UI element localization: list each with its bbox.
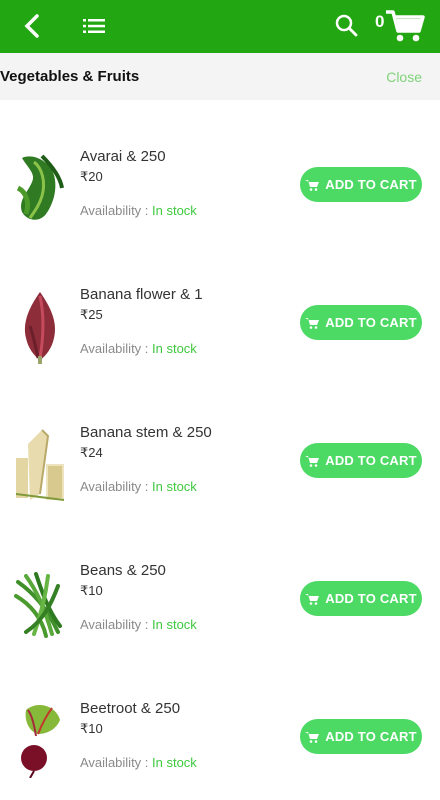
search-icon[interactable] [332,11,360,39]
availability: Availability : In stock [80,755,197,770]
add-to-cart-label: ADD TO CART [325,729,417,744]
top-app-bar: 0 [0,0,440,53]
add-to-cart-button[interactable]: ADD TO CART [300,719,422,754]
avarai-image [16,154,64,220]
beetroot-image [21,705,60,778]
product-item: Banana stem & 250 ₹24 Availability : In … [0,376,440,514]
add-to-cart-button[interactable]: ADD TO CART [300,443,422,478]
stock-status: In stock [152,479,197,494]
beans-image [14,572,62,638]
add-to-cart-label: ADD TO CART [325,591,417,606]
product-item: Beetroot & 250 ₹10 Availability : In sto… [0,652,440,790]
product-item: Avarai & 250 ₹20 Availability : In stock… [0,100,440,238]
add-to-cart-button[interactable]: ADD TO CART [300,167,422,202]
product-name: Avarai & 250 [80,148,166,165]
product-price: ₹24 [80,445,103,460]
stock-status: In stock [152,341,197,356]
add-to-cart-label: ADD TO CART [325,453,417,468]
cart-small-icon [305,593,320,605]
product-price: ₹10 [80,583,103,598]
banana-flower-image [24,292,56,364]
add-to-cart-label: ADD TO CART [325,315,417,330]
stock-status: In stock [152,755,197,770]
cart-small-icon [305,731,320,743]
product-price: ₹20 [80,169,103,184]
availability: Availability : In stock [80,479,197,494]
cart-small-icon [305,317,320,329]
cart-small-icon [305,179,320,191]
product-price: ₹25 [80,307,103,322]
product-list: Avarai & 250 ₹20 Availability : In stock… [0,100,440,790]
product-price: ₹10 [80,721,103,736]
category-title: Vegetables & Fruits [0,68,140,85]
product-name: Beetroot & 250 [80,700,181,717]
back-arrow-icon[interactable] [18,12,46,40]
product-item: Banana flower & 1 ₹25 Availability : In … [0,238,440,376]
product-name: Banana stem & 250 [80,424,212,441]
banana-stem-image [15,429,65,501]
availability: Availability : In stock [80,341,197,356]
cart-small-icon [305,455,320,467]
category-header: Vegetables & Fruits Close [0,53,440,100]
cart-icon[interactable] [384,8,426,44]
add-to-cart-label: ADD TO CART [325,177,417,192]
product-name: Banana flower & 1 [80,286,203,303]
add-to-cart-button[interactable]: ADD TO CART [300,305,422,340]
stock-status: In stock [152,617,197,632]
availability: Availability : In stock [80,203,197,218]
availability: Availability : In stock [80,617,197,632]
stock-status: In stock [152,203,197,218]
product-name: Beans & 250 [80,562,166,579]
close-link[interactable]: Close [386,69,422,85]
add-to-cart-button[interactable]: ADD TO CART [300,581,422,616]
menu-list-icon[interactable] [80,12,108,40]
product-item: Beans & 250 ₹10 Availability : In stock … [0,514,440,652]
